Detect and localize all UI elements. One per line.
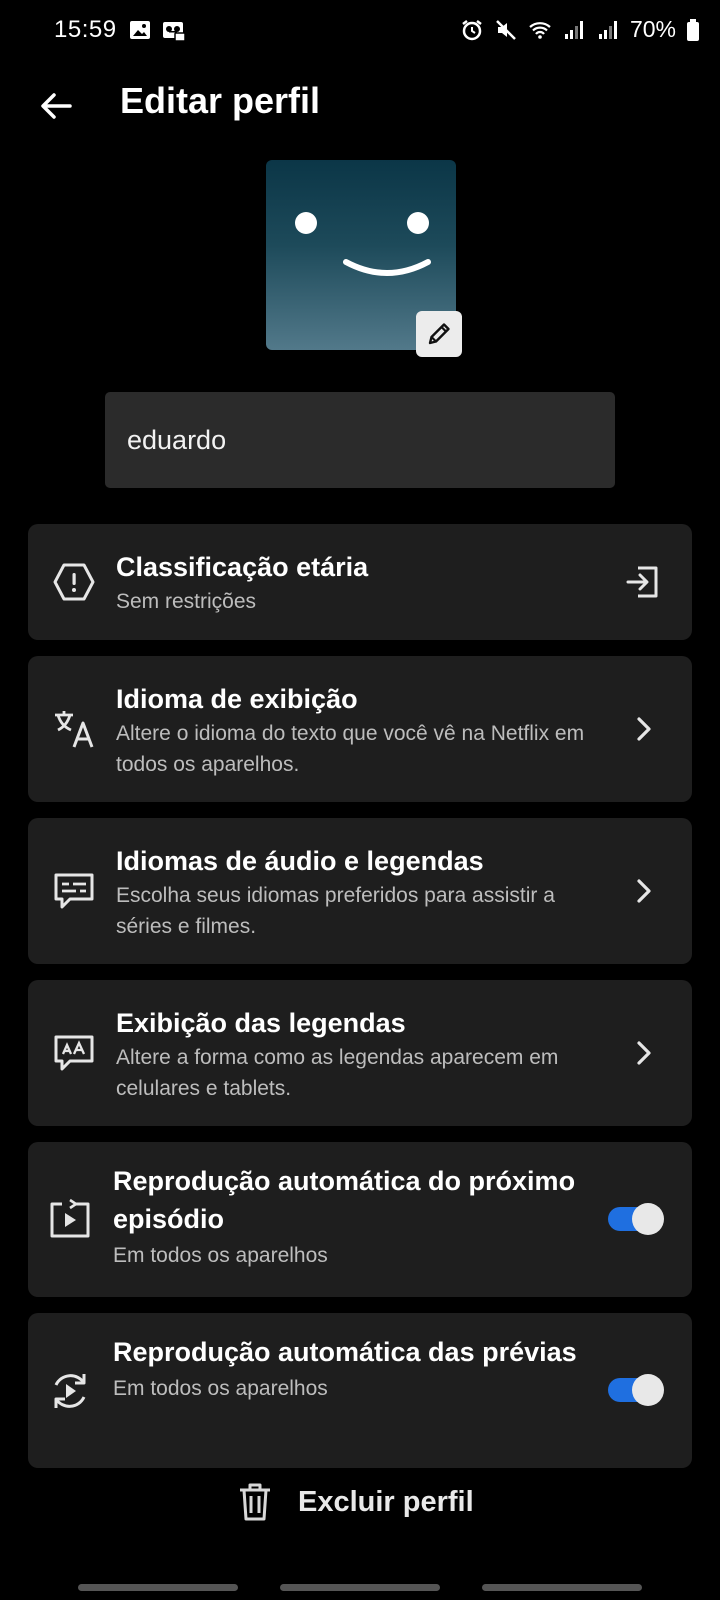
chevron-right-icon	[637, 717, 651, 741]
setting-subtitle: Altere o idioma do texto que você vê na …	[116, 722, 585, 776]
avatar-eye-right	[407, 212, 429, 234]
autoplay-next-episode-toggle[interactable]	[608, 1203, 664, 1235]
setting-display-language[interactable]: Idioma de exibição Altere o idioma do te…	[28, 656, 692, 802]
setting-title: Idioma de exibição	[116, 684, 358, 714]
alarm-icon	[462, 19, 482, 40]
signal-icon	[564, 20, 583, 39]
setting-subtitle: Altere a forma como as legendas aparecem…	[116, 1046, 559, 1100]
setting-title: Exibição das legendas	[116, 1008, 406, 1038]
nav-handle[interactable]	[482, 1584, 642, 1591]
setting-subtitle: Em todos os aparelhos	[113, 1244, 328, 1267]
toggle-knob	[632, 1374, 664, 1406]
setting-title: Reprodução automática do próximo episódi…	[113, 1166, 576, 1234]
system-nav-bar	[0, 1580, 720, 1600]
battery-percent: 70%	[629, 16, 676, 42]
status-time: 15:59	[54, 16, 117, 43]
nav-handle[interactable]	[78, 1584, 238, 1591]
setting-title: Reprodução automática das prévias	[113, 1337, 577, 1367]
status-bar: 15:59 70%	[0, 0, 720, 62]
translate-icon	[55, 711, 94, 748]
delete-profile-label: Excluir perfil	[298, 1485, 474, 1518]
setting-subtitle: Em todos os aparelhos	[113, 1377, 328, 1400]
voicemail-icon	[163, 22, 186, 42]
avatar-smile	[343, 259, 431, 276]
toggle-knob	[632, 1203, 664, 1235]
chevron-right-icon	[637, 1041, 651, 1065]
setting-title: Idiomas de áudio e legendas	[116, 846, 484, 876]
next-episode-icon	[50, 1198, 90, 1238]
setting-maturity-rating[interactable]: Classificação etária Sem restrições	[28, 524, 692, 640]
page-title: Editar perfil	[120, 80, 321, 121]
pencil-icon	[428, 323, 450, 345]
chevron-right-icon	[637, 879, 651, 903]
setting-autoplay-previews: Reprodução automática das prévias Em tod…	[28, 1313, 692, 1468]
autoplay-previews-toggle[interactable]	[608, 1374, 664, 1406]
subtitles-icon	[54, 873, 94, 909]
image-icon	[130, 21, 150, 39]
setting-subtitle: Escolha seus idiomas preferidos para ass…	[116, 884, 555, 938]
profile-name-input[interactable]: eduardo	[105, 392, 615, 488]
battery-icon	[687, 18, 699, 41]
previews-icon	[54, 1374, 86, 1408]
nav-handle[interactable]	[280, 1584, 440, 1591]
caption-style-icon	[54, 1035, 94, 1071]
setting-autoplay-next-episode: Reprodução automática do próximo episódi…	[28, 1142, 692, 1297]
delete-profile-button[interactable]: Excluir perfil	[238, 1482, 474, 1522]
setting-audio-subtitle-languages[interactable]: Idiomas de áudio e legendas Escolha seus…	[28, 818, 692, 964]
app-header: Editar perfil	[0, 70, 720, 138]
avatar-eye-left	[295, 212, 317, 234]
mute-icon	[496, 19, 516, 40]
trash-icon	[240, 1483, 270, 1521]
setting-subtitle: Sem restrições	[116, 590, 257, 613]
shield-exclaim-icon	[53, 563, 95, 601]
arrow-left-icon[interactable]	[36, 86, 76, 126]
wifi-icon	[529, 21, 551, 39]
setting-subtitle-appearance[interactable]: Exibição das legendas Altere a forma com…	[28, 980, 692, 1126]
signal-icon	[598, 20, 617, 39]
open-external-icon	[626, 566, 658, 598]
setting-title: Classificação etária	[116, 552, 369, 582]
avatar-edit-button[interactable]	[416, 311, 462, 357]
